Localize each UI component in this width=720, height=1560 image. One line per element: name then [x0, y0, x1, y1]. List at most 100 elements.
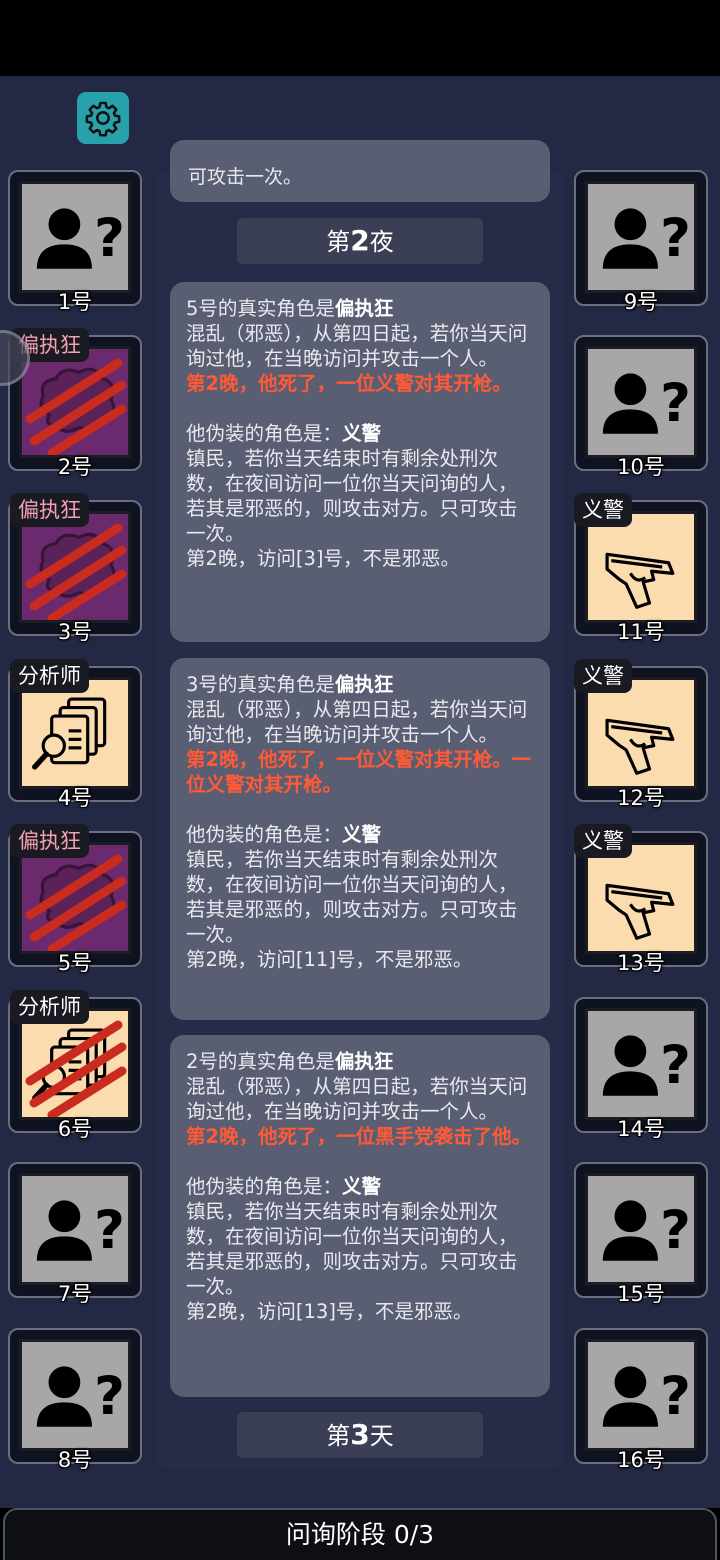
disguise-title: 他伪装的角色是：义警 — [186, 422, 382, 445]
svg-text:?: ? — [660, 1035, 691, 1096]
player-number: 14号 — [617, 1117, 665, 1141]
role-tag: 义警 — [574, 493, 632, 527]
day-3-header: 第3天 — [237, 1412, 483, 1458]
reveal-message-3: 2号的真实角色是偏执狂 混乱（邪恶），从第四日起，若你当天问询过他，在当晚访问并攻… — [170, 1035, 550, 1397]
disguise-description: 镇民，若你当天结束时有剩余处刑次数，在夜间访问一位你当天问询的人，若其是邪恶的，… — [186, 447, 518, 545]
unknown-person-icon: ? — [36, 1366, 125, 1427]
documents-magnifier-icon — [32, 697, 107, 770]
player-number: 12号 — [617, 786, 665, 810]
player-card-4[interactable]: 分析师 4号 — [8, 659, 142, 810]
status-bar — [0, 0, 720, 76]
claw-scratch-overlay — [25, 854, 127, 951]
unknown-person-icon: ? — [36, 208, 125, 269]
player-number: 3号 — [57, 620, 93, 644]
unknown-person-icon: ? — [602, 373, 691, 434]
reveal-title: 3号的真实角色是偏执狂 — [186, 673, 394, 696]
player-portrait: ? — [19, 1173, 131, 1285]
settings-button[interactable] — [77, 92, 129, 144]
role-tag: 义警 — [574, 659, 632, 693]
role-tag: 分析师 — [10, 659, 89, 693]
player-portrait: ? — [585, 181, 697, 293]
phase-bar[interactable]: 问询阶段 0/3 — [3, 1508, 717, 1560]
player-card-14[interactable]: ? 14号 — [574, 997, 708, 1141]
true-role-description: 混乱（邪恶），从第四日起，若你当天问询过他，在当晚访问并攻击一个人。 — [186, 1075, 528, 1123]
player-portrait — [19, 842, 131, 954]
player-card-1[interactable]: ? 1号 — [8, 170, 142, 314]
true-role-description: 混乱（邪恶），从第四日起，若你当天问询过他，在当晚访问并攻击一个人。 — [186, 322, 528, 370]
day-label-suffix: 天 — [369, 1422, 394, 1450]
visit-result: 第2晚，访问[13]号，不是邪恶。 — [186, 1300, 473, 1323]
player-portrait: ? — [585, 1173, 697, 1285]
player-card-9[interactable]: ? 9号 — [574, 170, 708, 314]
player-number: 4号 — [57, 786, 93, 810]
true-role-description: 混乱（邪恶），从第四日起，若你当天问询过他，在当晚访问并攻击一个人。 — [186, 698, 528, 746]
day-label-prefix: 第 — [326, 1422, 351, 1450]
reveal-message-2: 3号的真实角色是偏执狂 混乱（邪恶），从第四日起，若你当天问询过他，在当晚访问并攻… — [170, 658, 550, 1020]
visit-result: 第2晚，访问[11]号，不是邪恶。 — [186, 948, 473, 971]
player-card-5[interactable]: 偏执狂 5号 — [8, 824, 142, 975]
player-portrait — [19, 346, 131, 458]
player-card-3[interactable]: 偏执狂 3号 — [8, 493, 142, 644]
player-number: 13号 — [617, 951, 665, 975]
player-card-6[interactable]: 分析师 6号 — [8, 990, 142, 1141]
day-label-number: 3 — [350, 1418, 370, 1451]
reveal-title: 2号的真实角色是偏执狂 — [186, 1050, 394, 1073]
player-card-7[interactable]: ? 7号 — [8, 1162, 142, 1306]
player-portrait — [585, 677, 697, 789]
disguise-title: 他伪装的角色是：义警 — [186, 1175, 382, 1198]
player-card-11[interactable]: 义警 11号 — [574, 493, 708, 644]
player-card-13[interactable]: 义警 13号 — [574, 824, 708, 975]
player-portrait — [585, 511, 697, 623]
player-number: 5号 — [57, 951, 93, 975]
disguise-description: 镇民，若你当天结束时有剩余处刑次数，在夜间访问一位你当天问询的人，若其是邪恶的，… — [186, 1200, 518, 1298]
pistol-icon — [605, 718, 675, 775]
svg-text:?: ? — [660, 373, 691, 434]
role-tag: 偏执狂 — [10, 493, 89, 527]
previous-message-fragment: 可攻击一次。 — [188, 166, 303, 188]
player-number: 15号 — [617, 1282, 665, 1306]
player-portrait — [19, 1008, 131, 1120]
player-number: 2号 — [57, 455, 93, 479]
reveal-title: 5号的真实角色是偏执狂 — [186, 297, 394, 320]
player-portrait: ? — [19, 1339, 131, 1451]
claw-scratch-overlay — [25, 358, 127, 455]
night-label-number: 2 — [350, 224, 370, 257]
player-card-16[interactable]: ? 16号 — [574, 1328, 708, 1472]
previous-message-card: 可攻击一次。 — [170, 140, 550, 202]
svg-text:?: ? — [94, 208, 125, 269]
player-portrait — [19, 677, 131, 789]
unknown-person-icon: ? — [602, 208, 691, 269]
player-number: 10号 — [617, 455, 665, 479]
player-portrait: ? — [585, 1339, 697, 1451]
claw-scratch-overlay — [25, 1020, 127, 1117]
player-card-10[interactable]: ? 10号 — [574, 335, 708, 479]
player-number: 16号 — [617, 1448, 665, 1472]
role-tag: 偏执狂 — [10, 824, 89, 858]
death-notice: 第2晚，他死了，一位黑手党袭击了他。 — [186, 1125, 532, 1148]
player-portrait: ? — [19, 181, 131, 293]
svg-text:?: ? — [660, 1366, 691, 1427]
reveal-message-1: 5号的真实角色是偏执狂 混乱（邪恶），从第四日起，若你当天问询过他，在当晚访问并攻… — [170, 282, 550, 642]
night-2-header: 第2夜 — [237, 218, 483, 264]
role-tag: 义警 — [574, 824, 632, 858]
death-notice: 第2晚，他死了，一位义警对其开枪。一位义警对其开枪。 — [186, 748, 532, 796]
player-number: 1号 — [57, 290, 93, 314]
visit-result: 第2晚，访问[3]号，不是邪恶。 — [186, 547, 461, 570]
player-portrait — [19, 511, 131, 623]
death-notice: 第2晚，他死了，一位义警对其开枪。 — [186, 372, 512, 395]
disguise-title: 他伪装的角色是：义警 — [186, 823, 382, 846]
night-label-prefix: 第 — [326, 228, 351, 256]
phase-label: 问询阶段 0/3 — [285, 1520, 435, 1549]
player-number: 9号 — [623, 290, 659, 314]
player-card-12[interactable]: 义警 12号 — [574, 659, 708, 810]
pistol-icon — [605, 883, 675, 940]
disguise-description: 镇民，若你当天结束时有剩余处刑次数，在夜间访问一位你当天问询的人，若其是邪恶的，… — [186, 848, 518, 946]
player-card-8[interactable]: ? 8号 — [8, 1328, 142, 1472]
player-card-15[interactable]: ? 15号 — [574, 1162, 708, 1306]
pistol-icon — [605, 552, 675, 609]
svg-text:?: ? — [94, 1366, 125, 1427]
unknown-person-icon: ? — [602, 1200, 691, 1261]
player-number: 11号 — [617, 620, 665, 644]
claw-scratch-overlay — [25, 523, 127, 620]
player-portrait: ? — [585, 1008, 697, 1120]
